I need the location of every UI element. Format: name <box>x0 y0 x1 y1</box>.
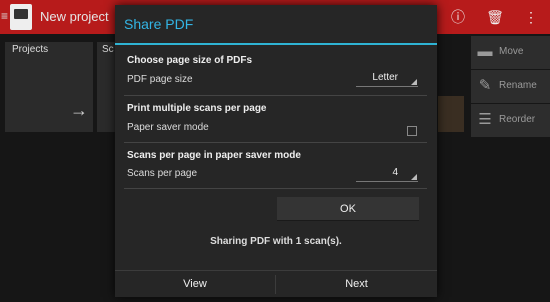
divider <box>124 188 427 189</box>
app-title: New project <box>40 9 109 24</box>
scan-thumbnail[interactable] <box>438 96 464 132</box>
sharing-message: Sharing PDF with 1 scan(s). <box>210 236 342 247</box>
delete-icon[interactable]: 🗑 <box>484 6 506 28</box>
scans-label: Sc <box>102 44 114 55</box>
reorder-label: Reorder <box>499 114 536 125</box>
rename-button[interactable]: ✎ Rename <box>471 70 550 103</box>
rename-label: Rename <box>499 80 537 91</box>
dialog-header: Share PDF <box>115 5 437 45</box>
folder-icon: ▬ <box>477 43 493 60</box>
page-size-dropdown[interactable]: Letter <box>356 71 418 87</box>
divider <box>124 142 427 143</box>
view-button[interactable]: View <box>115 271 275 298</box>
move-button[interactable]: ▬ Move <box>471 36 550 69</box>
page-size-value: Letter <box>372 72 398 83</box>
dropdown-indicator-icon <box>411 79 417 85</box>
share-pdf-dialog: Share PDF Choose page size of PDFs PDF p… <box>115 5 437 297</box>
scans-per-page-dropdown[interactable]: 4 <box>356 166 418 182</box>
dropdown-indicator-icon <box>411 174 417 180</box>
projects-label: Projects <box>12 44 49 55</box>
scans-per-page-label: Scans per page <box>127 168 198 179</box>
info-icon[interactable]: ⓘ <box>447 6 469 28</box>
dialog-footer: View Next <box>115 270 437 297</box>
move-label: Move <box>499 46 524 57</box>
scans-panel[interactable] <box>97 42 117 132</box>
page-size-section-title: Choose page size of PDFs <box>127 55 253 66</box>
arrow-right-icon[interactable]: → <box>70 100 88 121</box>
pencil-icon: ✎ <box>478 77 492 94</box>
divider <box>124 95 427 96</box>
per-page-section-title: Scans per page in paper saver mode <box>127 150 301 161</box>
multi-scan-section-title: Print multiple scans per page <box>127 103 267 114</box>
app-logo-icon <box>10 4 32 30</box>
menu-icon[interactable]: ≡ <box>1 9 8 23</box>
paper-saver-checkbox[interactable] <box>407 126 417 136</box>
reorder-button[interactable]: ☰ Reorder <box>471 104 550 137</box>
scans-per-page-value: 4 <box>392 167 398 178</box>
next-button[interactable]: Next <box>276 271 437 298</box>
paper-saver-label: Paper saver mode <box>127 122 209 133</box>
overflow-menu-icon[interactable]: ⋮ <box>520 6 542 28</box>
page-size-label: PDF page size <box>127 74 193 85</box>
reorder-icon: ☰ <box>478 111 492 128</box>
ok-button[interactable]: OK <box>277 197 419 221</box>
dialog-title: Share PDF <box>124 16 194 32</box>
